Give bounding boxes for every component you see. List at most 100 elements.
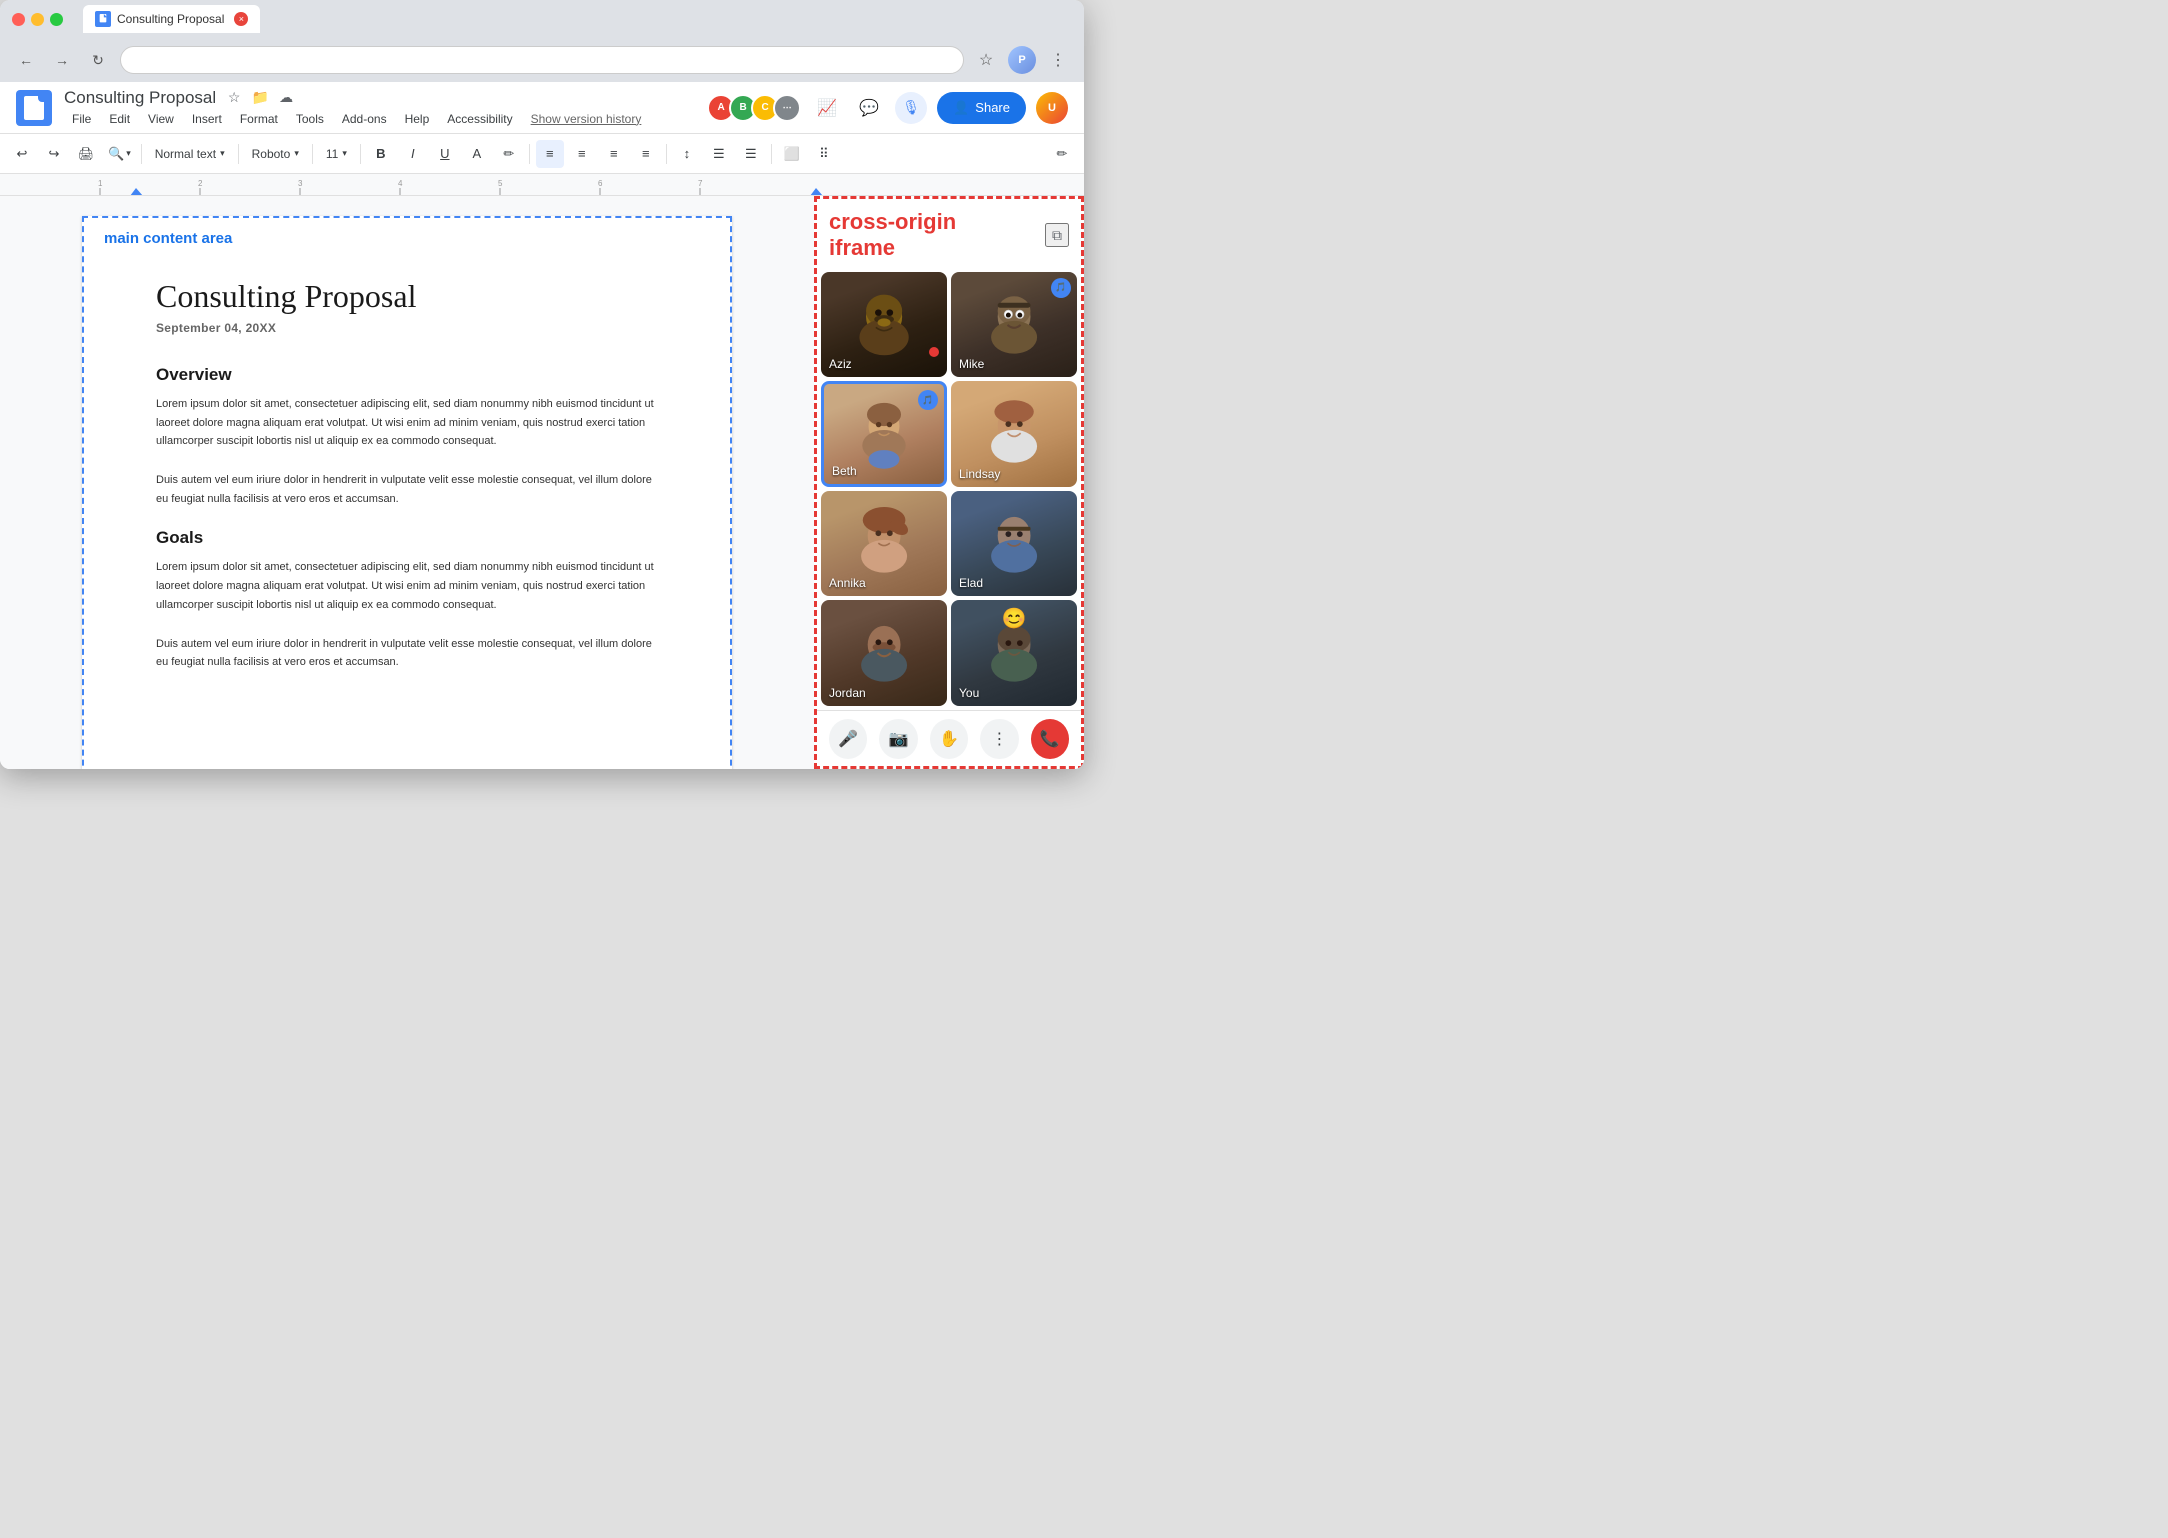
- cloud-icon[interactable]: ☁: [276, 88, 296, 108]
- numbered-list-button[interactable]: ☰: [737, 140, 765, 168]
- docs-title-area: Consulting Proposal ☆ 📁 ☁ File Edit View…: [64, 88, 695, 128]
- menu-insert[interactable]: Insert: [184, 110, 230, 128]
- call-more-button[interactable]: ⋮: [980, 719, 1018, 759]
- font-size-select[interactable]: 11 ▾: [319, 140, 354, 168]
- video-tile-aziz: Aziz: [821, 272, 947, 378]
- toolbar-sep-1: [141, 144, 142, 164]
- font-select[interactable]: Roboto ▾: [245, 140, 306, 168]
- insert-image-button[interactable]: ⬜: [778, 140, 806, 168]
- svg-text:2: 2: [198, 179, 203, 188]
- close-traffic-light[interactable]: [12, 13, 25, 26]
- emoji-overlay-you: 😊: [1002, 606, 1027, 631]
- section-overview-para-1: Lorem ipsum dolor sit amet, consectetuer…: [156, 395, 658, 451]
- maximize-traffic-light[interactable]: [50, 13, 63, 26]
- edit-pen-button[interactable]: ✏: [1048, 140, 1076, 168]
- docs-profile-avatar[interactable]: U: [1036, 92, 1068, 124]
- raise-hand-button[interactable]: ✋: [930, 719, 968, 759]
- toolbar-sep-6: [666, 144, 667, 164]
- collab-avatar-more[interactable]: ⋯: [773, 94, 801, 122]
- toolbar: ↩ ↪ 🖨 🔍 ▾ Normal text ▾ Roboto ▾ 11 ▾: [0, 134, 1084, 174]
- video-tile-elad: Elad: [951, 491, 1077, 597]
- undo-button[interactable]: ↩: [8, 140, 36, 168]
- share-label: Share: [975, 100, 1010, 115]
- docs-logo-icon: [24, 96, 44, 120]
- menu-view[interactable]: View: [140, 110, 182, 128]
- face-beth: [842, 399, 926, 469]
- bold-button[interactable]: B: [367, 140, 395, 168]
- nav-bar: ← → ↻ ☆ P ⋮: [0, 38, 1084, 82]
- section-goals-para-1: Lorem ipsum dolor sit amet, consectetuer…: [156, 558, 658, 614]
- tab-title: Consulting Proposal: [117, 12, 224, 26]
- video-name-aziz: Aziz: [829, 357, 852, 371]
- face-annika: [840, 507, 928, 581]
- face-mike: [970, 288, 1058, 362]
- address-bar[interactable]: [120, 46, 964, 74]
- zoom-button[interactable]: 🔍 ▾: [104, 140, 135, 168]
- minimize-traffic-light[interactable]: [31, 13, 44, 26]
- menu-accessibility[interactable]: Accessibility: [439, 110, 520, 128]
- video-button[interactable]: 📷: [879, 719, 917, 759]
- nav-actions: ☆ P ⋮: [972, 46, 1072, 74]
- highlight-button[interactable]: ✏: [495, 140, 523, 168]
- redo-button[interactable]: ↪: [40, 140, 68, 168]
- side-panel: cross-origin iframe ⧉: [814, 196, 1084, 769]
- mute-button[interactable]: 🎤: [829, 719, 867, 759]
- menu-addons[interactable]: Add-ons: [334, 110, 395, 128]
- justify-button[interactable]: ≡: [632, 140, 660, 168]
- ruler: 1 2 3 4 5 6 7: [0, 174, 1084, 196]
- browser-more-button[interactable]: ⋮: [1044, 46, 1072, 74]
- active-tab[interactable]: Consulting Proposal ×: [83, 5, 260, 33]
- toolbar-sep-3: [312, 144, 313, 164]
- toolbar-sep-4: [360, 144, 361, 164]
- voice-typing-button[interactable]: 🎙: [895, 92, 927, 124]
- menu-file[interactable]: File: [64, 110, 99, 128]
- folder-icon[interactable]: 📁: [250, 88, 270, 108]
- end-call-button[interactable]: 📞: [1031, 719, 1069, 759]
- video-name-jordan: Jordan: [829, 686, 866, 700]
- speaking-indicator-beth: 🎵: [918, 390, 938, 410]
- font-size-arrow: ▾: [342, 148, 347, 159]
- zoom-arrow: ▾: [126, 148, 131, 159]
- video-tile-you: 😊 You: [951, 600, 1077, 706]
- menu-format[interactable]: Format: [232, 110, 286, 128]
- back-button[interactable]: ←: [12, 46, 40, 74]
- browser-profile-avatar[interactable]: P: [1008, 46, 1036, 74]
- underline-button[interactable]: U: [431, 140, 459, 168]
- forward-button[interactable]: →: [48, 46, 76, 74]
- svg-text:3: 3: [298, 179, 303, 188]
- font-size-label: 11: [326, 147, 338, 161]
- doc-canvas[interactable]: main content area Consulting Proposal Se…: [0, 196, 814, 769]
- toolbar-sep-7: [771, 144, 772, 164]
- analytics-button[interactable]: 📈: [811, 92, 843, 124]
- more-format-button[interactable]: ⠿: [810, 140, 838, 168]
- version-history-link[interactable]: Show version history: [523, 110, 650, 128]
- star-icon[interactable]: ☆: [224, 88, 244, 108]
- video-name-you: You: [959, 686, 979, 700]
- docs-title-row: Consulting Proposal ☆ 📁 ☁: [64, 88, 695, 108]
- bookmark-button[interactable]: ☆: [972, 46, 1000, 74]
- comments-button[interactable]: 💬: [853, 92, 885, 124]
- refresh-button[interactable]: ↻: [84, 46, 112, 74]
- app-content: Consulting Proposal ☆ 📁 ☁ File Edit View…: [0, 82, 1084, 769]
- menu-edit[interactable]: Edit: [101, 110, 138, 128]
- align-left-button[interactable]: ≡: [536, 140, 564, 168]
- text-color-button[interactable]: A: [463, 140, 491, 168]
- align-right-button[interactable]: ≡: [600, 140, 628, 168]
- tab-close-button[interactable]: ×: [234, 12, 248, 26]
- text-style-label: Normal text: [155, 147, 216, 161]
- align-center-button[interactable]: ≡: [568, 140, 596, 168]
- main-content-label: main content area: [104, 230, 232, 247]
- ruler-marks: 1 2 3 4 5 6 7: [0, 174, 1084, 195]
- print-button[interactable]: 🖨: [72, 140, 100, 168]
- section-overview-heading: Overview: [156, 365, 658, 385]
- share-button[interactable]: 👤 Share: [937, 92, 1026, 124]
- bullet-list-button[interactable]: ☰: [705, 140, 733, 168]
- line-spacing-button[interactable]: ↕: [673, 140, 701, 168]
- text-style-select[interactable]: Normal text ▾: [148, 140, 232, 168]
- doc-page: main content area Consulting Proposal Se…: [82, 216, 732, 769]
- italic-button[interactable]: I: [399, 140, 427, 168]
- open-external-button[interactable]: ⧉: [1045, 223, 1069, 247]
- menu-help[interactable]: Help: [397, 110, 438, 128]
- cross-origin-label: cross-origin iframe: [829, 209, 956, 262]
- menu-tools[interactable]: Tools: [288, 110, 332, 128]
